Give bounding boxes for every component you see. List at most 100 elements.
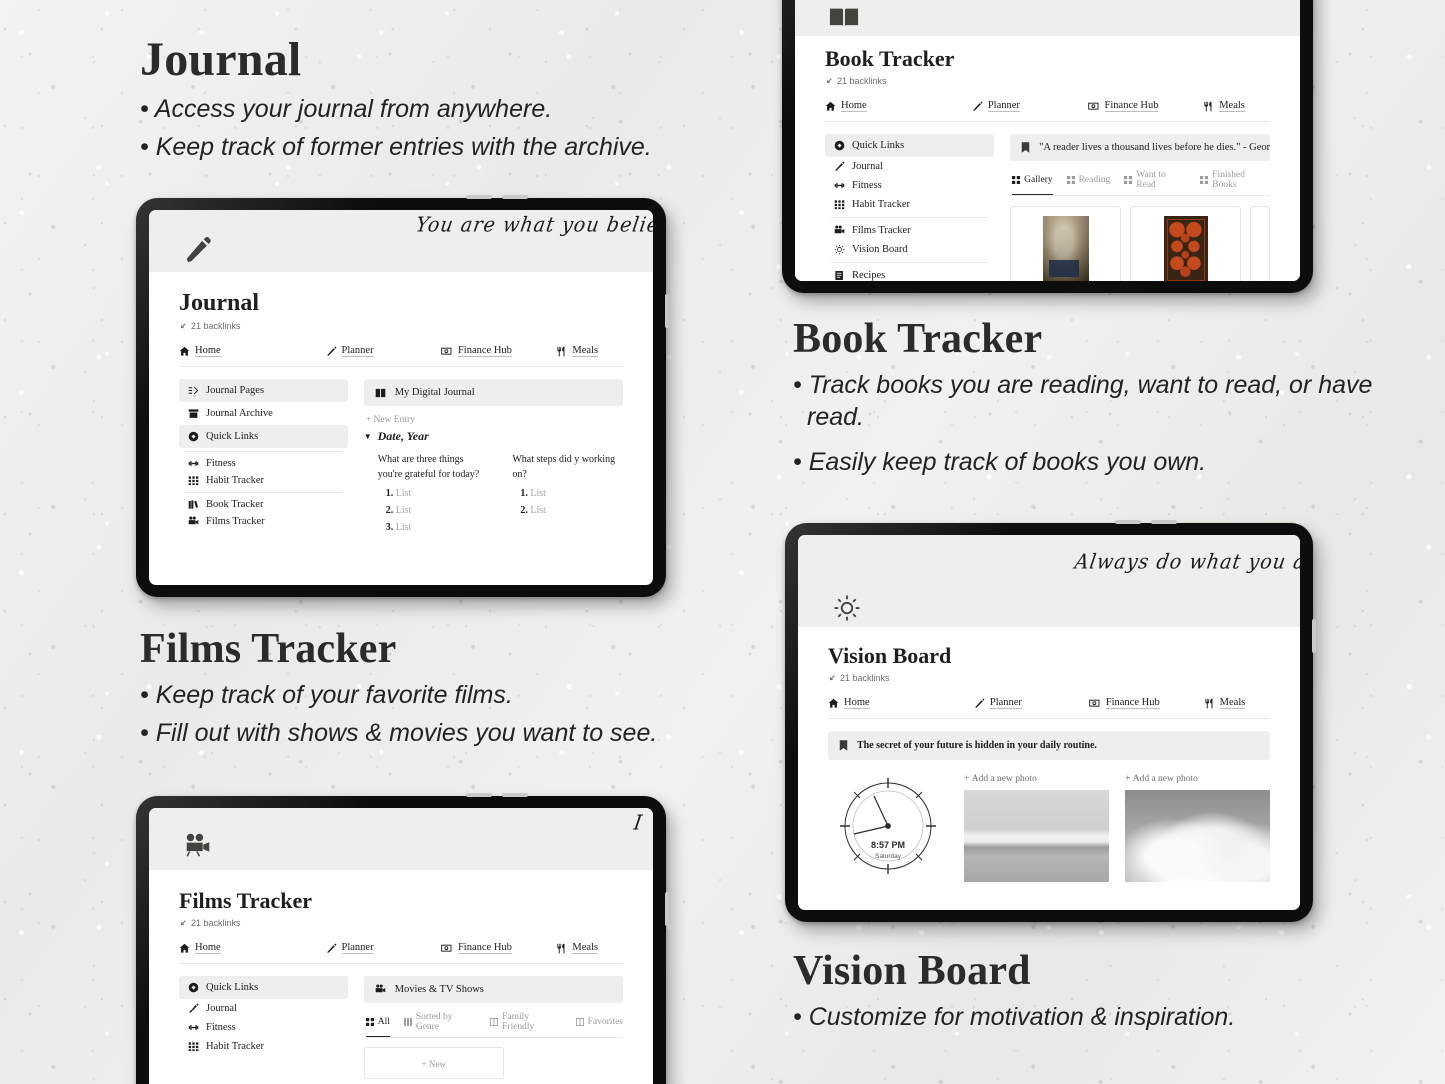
card-title: My Digital Journal xyxy=(394,387,475,398)
tab-want-to-read[interactable]: Want to Read xyxy=(1124,170,1186,195)
sidebar-item-films-tracker[interactable]: Films Tracker xyxy=(825,221,994,240)
sidebar-item-quick-links[interactable]: Quick Links xyxy=(179,976,348,999)
journal-backlinks[interactable]: 21 backlinks xyxy=(179,321,623,331)
tab-favorites[interactable]: Favorites xyxy=(575,1012,623,1037)
nav-link-meals-label: Meals xyxy=(572,345,599,357)
sidebar-item-recipes[interactable]: Recipes xyxy=(825,266,994,281)
tab-sorted-by-genre[interactable]: Sorted by Genre xyxy=(403,1012,476,1037)
films-new-label: + New xyxy=(421,1059,446,1069)
sidebar-item-habit-tracker[interactable]: Habit Tracker xyxy=(179,1037,348,1056)
nav-link-meals-label: Meals xyxy=(1219,697,1246,709)
sidebar-item-fitness[interactable]: Fitness xyxy=(179,455,348,472)
volume-up-button[interactable] xyxy=(1115,520,1141,524)
grid-icon xyxy=(188,475,199,486)
nav-link-planner[interactable]: Planner xyxy=(972,100,1088,112)
prompt-list-item[interactable]: List xyxy=(530,505,623,516)
prompt-list-item[interactable]: List xyxy=(396,505,489,516)
volume-up-button[interactable] xyxy=(466,195,492,199)
new-entry-label: New Entry xyxy=(373,415,415,425)
prompt-list: List List xyxy=(530,488,623,516)
journal-main-column: My Digital Journal + New Entry ▼ Date, Y… xyxy=(363,379,623,539)
nav-link-meals[interactable]: Meals xyxy=(1204,697,1246,709)
book-cover-thumb xyxy=(1138,214,1233,281)
sidebar-item-label: Journal Archive xyxy=(206,408,273,419)
prompt-list-item[interactable]: List xyxy=(396,488,489,499)
nav-link-meals[interactable]: Meals xyxy=(556,942,599,954)
volume-down-button[interactable] xyxy=(502,793,528,797)
my-digital-journal-card[interactable]: My Digital Journal xyxy=(363,379,623,406)
nav-link-finance[interactable]: Finance Hub xyxy=(441,345,556,357)
tab-gallery[interactable]: Gallery xyxy=(1012,170,1053,195)
sidebar-item-fitness[interactable]: Fitness xyxy=(825,176,994,195)
power-button[interactable] xyxy=(665,892,669,926)
sidebar-item-quick-links[interactable]: Quick Links xyxy=(179,425,348,448)
sidebar-divider xyxy=(185,451,342,452)
tab-reading[interactable]: Reading xyxy=(1066,170,1110,195)
films-new-card[interactable]: + New xyxy=(363,1047,504,1079)
vision-photo-slot-2[interactable]: + Add a new photo xyxy=(1125,774,1270,882)
nav-link-planner[interactable]: Planner xyxy=(326,942,441,954)
add-photo-button[interactable]: + Add a new photo xyxy=(964,774,1109,784)
vision-bullet-1: Customize for motivation & inspiration. xyxy=(793,1002,1393,1034)
vision-backlinks[interactable]: 21 backlinks xyxy=(828,673,1270,683)
nav-link-home[interactable]: Home xyxy=(828,697,974,709)
films-cover: I xyxy=(149,808,653,870)
tab-family-friendly[interactable]: Family Friendly xyxy=(490,1012,562,1037)
vision-photo-slot-1[interactable]: + Add a new photo xyxy=(964,774,1109,882)
sidebar-item-journal[interactable]: Journal xyxy=(179,999,348,1018)
films-backlinks[interactable]: 21 backlinks xyxy=(179,918,623,928)
power-button[interactable] xyxy=(1312,619,1316,653)
movies-tv-shows-card[interactable]: Movies & TV Shows xyxy=(363,976,623,1003)
date-toggle[interactable]: ▼ Date, Year xyxy=(364,429,623,444)
sidebar-item-journal[interactable]: Journal xyxy=(825,157,994,176)
nav-link-planner[interactable]: Planner xyxy=(326,345,441,357)
pencil-icon xyxy=(326,346,337,357)
nav-link-planner[interactable]: Planner xyxy=(974,697,1089,709)
volume-down-button[interactable] xyxy=(1151,520,1177,524)
sidebar-item-fitness[interactable]: Fitness xyxy=(179,1018,348,1037)
book-marketing-block: Book Tracker Track books you are reading… xyxy=(793,318,1393,485)
book-card[interactable]: The Great Gatsby xyxy=(1010,206,1122,281)
power-button[interactable] xyxy=(665,294,669,328)
sidebar-divider xyxy=(831,262,989,263)
book-bullet-1: Track books you are reading, want to rea… xyxy=(793,370,1393,433)
nav-link-meals[interactable]: Meals xyxy=(556,345,599,357)
sidebar-item-book-tracker[interactable]: Book Tracker xyxy=(179,496,348,513)
sidebar-item-habit-tracker[interactable]: Habit Tracker xyxy=(179,472,348,489)
prompt-list-item[interactable]: List xyxy=(530,488,623,499)
book-card[interactable]: Jane Eyre xyxy=(1130,206,1241,281)
sidebar-item-films-tracker[interactable]: Films Tracker xyxy=(179,513,348,530)
new-entry-button[interactable]: + New Entry xyxy=(366,415,623,425)
sidebar-item-label: Journal xyxy=(206,1003,237,1014)
add-photo-label: Add a new photo xyxy=(971,774,1037,784)
sidebar-item-quick-links[interactable]: Quick Links xyxy=(825,134,995,157)
sidebar-item-journal-pages[interactable]: Journal Pages xyxy=(179,379,348,402)
nav-link-home[interactable]: Home xyxy=(179,942,326,954)
film-icon xyxy=(188,516,199,527)
volume-down-button[interactable] xyxy=(502,195,528,199)
utensils-icon xyxy=(556,943,567,954)
book-card-partial[interactable] xyxy=(1250,206,1270,281)
nav-link-home[interactable]: Home xyxy=(179,345,326,357)
journal-cover-script-text: You are what you belie xyxy=(413,213,653,237)
films-marketing-block: Films Tracker Keep track of your favorit… xyxy=(140,628,780,755)
sidebar-item-vision-board[interactable]: Vision Board xyxy=(825,240,994,259)
nav-link-home[interactable]: Home xyxy=(825,100,972,112)
nav-link-meals[interactable]: Meals xyxy=(1203,100,1245,112)
sidebar-item-journal-archive[interactable]: Journal Archive xyxy=(179,402,348,425)
prompt-question: What steps did y working on? xyxy=(512,454,616,480)
volume-up-button[interactable] xyxy=(466,793,492,797)
add-photo-button[interactable]: + Add a new photo xyxy=(1125,774,1270,784)
sidebar-item-label: Quick Links xyxy=(206,431,259,442)
tab-all[interactable]: All xyxy=(365,1012,390,1037)
journal-sidebar: Journal Pages Journal Archive Quick Link… xyxy=(179,379,348,539)
book-backlinks[interactable]: 21 backlinks xyxy=(825,76,1270,86)
book-sidebar: Quick Links Journal Fitness Habit Tracke… xyxy=(825,134,995,281)
nav-link-finance[interactable]: Finance Hub xyxy=(441,942,556,954)
nav-link-finance[interactable]: Finance Hub xyxy=(1088,697,1204,709)
prompt-list-item[interactable]: List xyxy=(396,522,489,533)
nav-link-home-label: Home xyxy=(195,942,221,954)
tab-finished-books[interactable]: Finished Books xyxy=(1200,170,1270,195)
sidebar-item-habit-tracker[interactable]: Habit Tracker xyxy=(825,195,994,214)
nav-link-finance[interactable]: Finance Hub xyxy=(1087,100,1204,112)
